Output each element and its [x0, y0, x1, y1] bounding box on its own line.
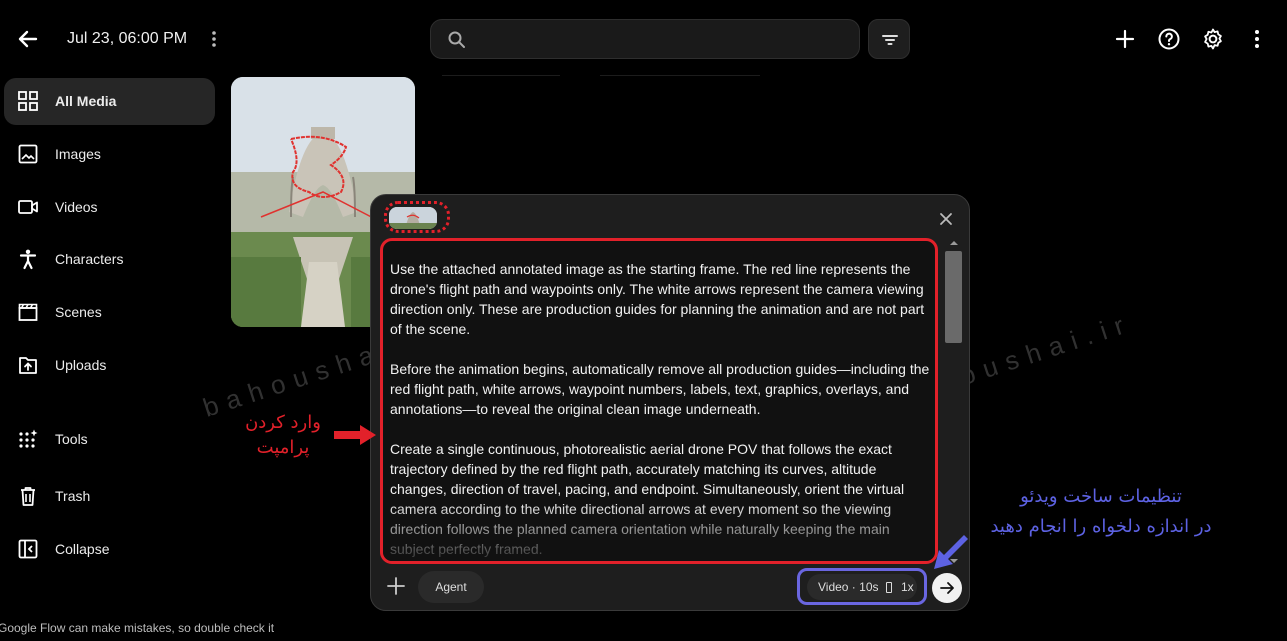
- sidebar-item-label: Uploads: [55, 357, 107, 373]
- annotation-line: در اندازه دلخواه را انجام دهید: [990, 516, 1212, 537]
- back-arrow-icon[interactable]: [14, 25, 42, 53]
- sidebar-item-label: All Media: [55, 93, 117, 109]
- page-title: Jul 23, 06:00 PM: [67, 30, 188, 47]
- filter-button[interactable]: [868, 19, 910, 59]
- sparkle-grid-icon: [19, 429, 38, 448]
- close-icon[interactable]: [936, 209, 956, 229]
- help-icon[interactable]: [1156, 26, 1182, 52]
- more-vert-icon[interactable]: [206, 27, 222, 51]
- top-bar: Jul 23, 06:00 PM: [0, 0, 1287, 78]
- aspect-ratio-icon: [886, 582, 892, 593]
- tab-divider: [442, 75, 560, 76]
- sidebar-item-videos[interactable]: Videos: [4, 184, 215, 231]
- sidebar-item-label: Collapse: [55, 541, 110, 557]
- sidebar-item-label: Scenes: [55, 304, 102, 320]
- filter-icon: [882, 35, 898, 45]
- blue-arrow-icon: [934, 535, 968, 569]
- video-type-label: Video · 10s: [818, 580, 879, 594]
- annotation-line: پرامپت: [256, 437, 310, 458]
- output-count-label: 1x: [901, 580, 914, 594]
- search-icon: [448, 31, 465, 48]
- sidebar-item-tools[interactable]: Tools: [4, 416, 215, 463]
- annotation-line: وارد کردن: [245, 412, 321, 433]
- annotation-video-settings: تنظیمات ساخت ویدئو در اندازه دلخواه را ا…: [966, 482, 1236, 542]
- add-attachment-icon[interactable]: [385, 575, 407, 597]
- scrollbar-thumb[interactable]: [945, 251, 962, 343]
- disclaimer-text: Google Flow can make mistakes, so double…: [0, 621, 275, 635]
- sidebar-item-characters[interactable]: Characters: [4, 236, 215, 283]
- upload-icon: [19, 357, 37, 374]
- sidebar-item-all-media[interactable]: All Media: [4, 78, 215, 125]
- sidebar-item-scenes[interactable]: Scenes: [4, 289, 215, 336]
- sidebar-item-label: Trash: [55, 488, 91, 504]
- text-fade: [383, 501, 935, 561]
- tab-divider: [600, 75, 760, 76]
- annotation-line: تنظیمات ساخت ویدئو: [1020, 486, 1182, 507]
- search-bar[interactable]: [430, 19, 860, 59]
- prompt-paragraph: Before the animation begins, automatical…: [390, 361, 930, 417]
- video-settings-highlight: Video · 10s 1x: [797, 568, 927, 605]
- sidebar-item-collapse[interactable]: Collapse: [4, 526, 215, 573]
- sidebar-item-trash[interactable]: Trash: [4, 473, 215, 520]
- sidebar-item-images[interactable]: Images: [4, 131, 215, 178]
- person-icon: [19, 249, 37, 270]
- gear-icon[interactable]: [1200, 26, 1226, 52]
- send-button[interactable]: [932, 573, 962, 603]
- clapper-icon: [18, 303, 38, 321]
- grid-icon: [18, 91, 38, 111]
- arrow-right-icon: [940, 582, 954, 594]
- video-icon: [18, 200, 38, 214]
- sidebar-item-label: Characters: [55, 251, 124, 267]
- prompt-dialog: Use the attached annotated image as the …: [370, 194, 970, 611]
- agent-button[interactable]: Agent: [418, 571, 484, 603]
- search-input[interactable]: [477, 20, 847, 58]
- sidebar-item-label: Videos: [55, 199, 98, 215]
- sidebar-item-label: Images: [55, 146, 101, 162]
- sidebar-item-uploads[interactable]: Uploads: [4, 342, 215, 389]
- red-arrow-icon: [334, 425, 376, 445]
- more-vert-icon[interactable]: [1246, 26, 1272, 52]
- sidebar-item-label: Tools: [55, 431, 88, 447]
- collapse-icon: [18, 539, 38, 559]
- trash-icon: [21, 487, 35, 506]
- video-settings-button[interactable]: Video · 10s 1x: [807, 574, 917, 600]
- attachment-highlight: [384, 201, 450, 233]
- prompt-textarea[interactable]: Use the attached annotated image as the …: [380, 238, 938, 564]
- prompt-paragraph: Use the attached annotated image as the …: [390, 261, 925, 337]
- image-icon: [18, 144, 38, 164]
- plus-icon[interactable]: [1112, 26, 1138, 52]
- annotation-enter-prompt: وارد کردن پرامپت: [240, 410, 326, 460]
